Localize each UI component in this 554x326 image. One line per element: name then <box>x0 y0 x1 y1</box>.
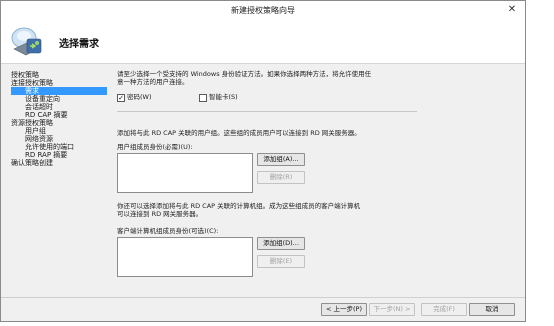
password-checkbox-label: 密码(W) <box>127 93 152 101</box>
auth-intro-line-2: 意一种方法的用户连接。 <box>117 78 189 86</box>
wizard-step-nav: 授权策略 连接授权策略 需求 设备重定向 会话超时 RD CAP 摘要 资源授权… <box>5 69 107 299</box>
nav-confirm-policy-creation[interactable]: 确认策略创建 <box>11 159 53 167</box>
back-button[interactable]: < 上一步(P) <box>321 303 367 316</box>
title-bar: 新建授权策略向导 ✕ <box>1 1 525 20</box>
nav-device-redirection[interactable]: 设备重定向 <box>25 95 60 103</box>
user-groups-description: 添加将与此 RD CAP 关联的用户组。这些组的成员用户可以连接到 RD 网关服… <box>117 129 361 137</box>
page-title: 选择需求 <box>59 39 99 50</box>
nav-requirements[interactable]: 需求 <box>11 87 107 95</box>
computer-groups-list[interactable] <box>117 237 253 277</box>
user-groups-field-label: 用户组成员身份(必需)(U): <box>117 143 193 151</box>
remove-user-group-button[interactable]: 删除(R) <box>257 171 305 184</box>
cancel-button[interactable]: 取消 <box>469 303 515 316</box>
nav-session-timeout[interactable]: 会话超时 <box>25 103 53 111</box>
computer-groups-field-label: 客户端计算机组成员身份(可选)(C): <box>117 227 219 235</box>
network-policy-wizard-icon <box>11 27 42 56</box>
nav-connection-authorization-policy[interactable]: 连接授权策略 <box>11 79 53 87</box>
computer-groups-description-line-2: 可以连接到 RD 网关服务器。 <box>117 210 203 218</box>
section-divider <box>117 111 417 112</box>
nav-rd-cap-summary[interactable]: RD CAP 摘要 <box>25 111 68 119</box>
nav-allowed-ports[interactable]: 允许使用的端口 <box>25 143 74 151</box>
smartcard-checkbox[interactable] <box>199 94 207 102</box>
window-title: 新建授权策略向导 <box>231 6 295 15</box>
footer-divider <box>1 297 525 298</box>
close-button[interactable]: ✕ <box>501 2 523 17</box>
next-button[interactable]: 下一步(N) > <box>369 303 415 316</box>
nav-resource-authorization-policy[interactable]: 资源授权策略 <box>11 119 53 127</box>
password-checkbox[interactable]: ✓ <box>117 94 125 102</box>
computer-groups-description-line-1: 你还可以选择添加将与此 RD CAP 关联的计算机组。成为这些组成员的客户端计算… <box>117 202 361 210</box>
nav-network-resource[interactable]: 网络资源 <box>25 135 53 143</box>
nav-rd-rap-summary[interactable]: RD RAP 摘要 <box>25 151 67 159</box>
nav-authorization-policies[interactable]: 授权策略 <box>11 71 39 79</box>
auth-intro-line-1: 请至少选择一个受支持的 Windows 身份验证方法。如果你选择两种方法，将允许… <box>117 70 372 78</box>
add-user-group-button[interactable]: 添加组(A)... <box>257 153 305 166</box>
smartcard-checkbox-label: 智能卡(S) <box>209 93 238 101</box>
remove-computer-group-button[interactable]: 删除(E) <box>257 255 305 268</box>
add-computer-group-button[interactable]: 添加组(D)... <box>257 237 305 250</box>
requirements-panel: 请至少选择一个受支持的 Windows 身份验证方法。如果你选择两种方法，将允许… <box>111 65 523 297</box>
wizard-header: 选择需求 <box>1 19 525 64</box>
finish-button[interactable]: 完成(F) <box>421 303 467 316</box>
nav-user-groups[interactable]: 用户组 <box>25 127 46 135</box>
wizard-window: 新建授权策略向导 ✕ 选择需求 授权策略 连接授权策略 需求 设备重定向 会话超… <box>0 0 526 322</box>
user-groups-list[interactable] <box>117 153 253 193</box>
